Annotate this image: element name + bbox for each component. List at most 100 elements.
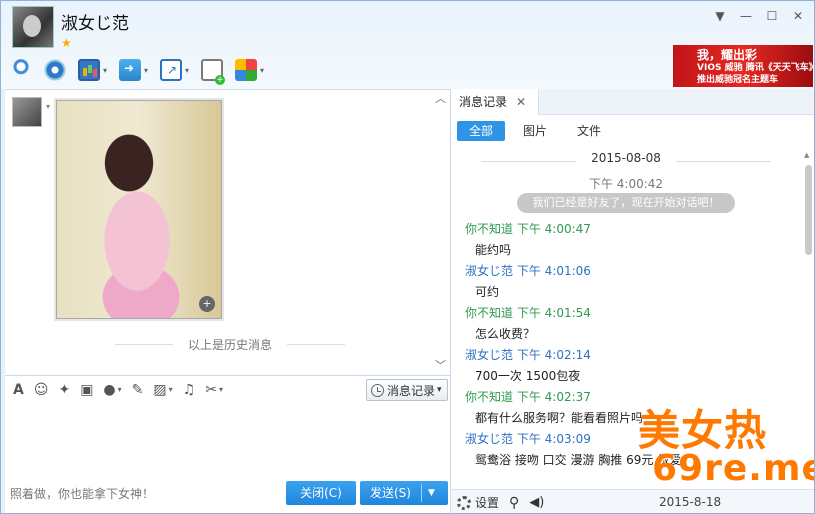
- message-input-area[interactable]: 照着做，你也能拿下女神！ 关闭(C) 发送(S) ▼: [5, 403, 450, 513]
- send-label: 发送(S): [370, 486, 411, 500]
- tab-label: 消息记录: [459, 95, 508, 109]
- contact-name[interactable]: 淑女じ范: [61, 9, 129, 34]
- folder-send-icon: [119, 59, 142, 81]
- date-separator: 2015-08-08: [451, 151, 801, 171]
- remote-desktop-button[interactable]: ▾: [160, 59, 189, 81]
- message-header: 淑女じ范 下午 4:01:06: [451, 261, 801, 282]
- scroll-thumb[interactable]: [805, 165, 812, 255]
- chevron-down-icon[interactable]: ▾: [260, 66, 264, 75]
- send-file-button[interactable]: ▾: [119, 59, 148, 81]
- screen-share-icon: [78, 59, 100, 81]
- speaker-icon[interactable]: ◀): [529, 495, 544, 510]
- video-call-button[interactable]: [44, 59, 66, 81]
- input-toolbar: A ☺ ✦ ▣ ● ▾ ✎ ▨ ▾ ♫ ✂ ▾ 消息记录 ▾: [5, 375, 450, 403]
- sender-name: 淑女じ范: [465, 432, 514, 446]
- apps-icon: [235, 59, 258, 81]
- add-chat-button[interactable]: [201, 59, 226, 85]
- message-time: 下午 4:02:37: [516, 390, 591, 404]
- shake-icon[interactable]: ✦: [58, 382, 70, 398]
- maximize-icon[interactable]: ☐: [766, 9, 778, 23]
- gear-icon: [457, 495, 471, 510]
- settings-label: 设置: [475, 496, 500, 510]
- message-header: 你不知道 下午 4:02:37: [451, 387, 801, 408]
- sender-name: 你不知道: [465, 222, 514, 236]
- close-icon[interactable]: ✕: [792, 9, 804, 23]
- filter-images[interactable]: 图片: [511, 121, 559, 141]
- ad-line: 我，耀出彩: [697, 48, 758, 62]
- chevron-down-icon[interactable]: ▾: [144, 66, 148, 75]
- voice-call-button[interactable]: [10, 59, 32, 81]
- apps-button[interactable]: ▾: [235, 59, 264, 81]
- settings-button[interactable]: 设置: [457, 494, 499, 511]
- received-photo[interactable]: +: [56, 100, 222, 319]
- chat-display[interactable]: ▾ + ︿ 以上是历史消息 ﹀: [5, 89, 450, 375]
- collapse-up-icon[interactable]: ︿: [435, 90, 446, 106]
- close-button[interactable]: 关闭(C): [286, 481, 356, 505]
- voice-message-icon[interactable]: ● ▾: [103, 382, 121, 398]
- font-icon[interactable]: A: [13, 382, 24, 398]
- star-icon: ★: [61, 36, 72, 50]
- message-time: 下午 4:01:54: [516, 306, 591, 320]
- chevron-down-icon[interactable]: ▾: [185, 66, 189, 75]
- contact-avatar[interactable]: [12, 6, 54, 48]
- message-header: 你不知道 下午 4:01:54: [451, 303, 801, 324]
- edit-icon[interactable]: ✎: [132, 382, 144, 398]
- filter-all[interactable]: 全部: [457, 121, 506, 141]
- send-button[interactable]: 发送(S) ▼: [360, 481, 448, 505]
- ad-line: 推出威驰冠名主题车: [697, 75, 779, 85]
- video-clip-icon[interactable]: ▣: [80, 382, 93, 398]
- history-separator: 以上是历史消息: [115, 336, 345, 353]
- sender-name: 淑女じ范: [465, 264, 514, 278]
- message-text: 能约吗: [475, 243, 512, 257]
- emoji-icon[interactable]: ☺: [34, 382, 49, 398]
- filter-files[interactable]: 文件: [565, 121, 613, 141]
- tab-strip: 消息记录 ✕: [451, 89, 814, 115]
- chevron-down-icon[interactable]: ▾: [169, 385, 173, 394]
- message-header: 淑女じ范 下午 4:02:14: [451, 345, 801, 366]
- sender-name: 你不知道: [465, 390, 514, 404]
- window-controls: ▼ — ☐ ✕: [714, 9, 804, 23]
- chevron-down-icon: ▾: [437, 385, 442, 395]
- camera-icon: [44, 59, 66, 81]
- message-history-label: 消息记录: [387, 383, 436, 398]
- sender-name: 淑女じ范: [465, 348, 514, 362]
- history-bottom-bar: 设置 ⚲ ◀) 2015-8-18: [451, 489, 814, 513]
- music-icon[interactable]: ♫: [183, 382, 196, 398]
- close-icon[interactable]: ✕: [516, 89, 526, 115]
- image-icon[interactable]: ▨ ▾: [153, 382, 172, 398]
- chevron-down-icon[interactable]: ▼: [428, 481, 435, 505]
- sender-name: 你不知道: [465, 306, 514, 320]
- chevron-down-icon[interactable]: ▾: [118, 385, 122, 394]
- minimize-icon[interactable]: —: [740, 9, 752, 23]
- send-divider: [421, 484, 422, 502]
- sender-avatar[interactable]: [12, 97, 42, 127]
- main-toolbar: ▾ ▾ ▾ ▾: [10, 56, 276, 85]
- tab-message-history[interactable]: 消息记录 ✕: [451, 89, 539, 115]
- scissors-icon[interactable]: ✂ ▾: [205, 382, 223, 398]
- message-text: 700一次 1500包夜: [475, 369, 581, 383]
- chevron-down-icon[interactable]: ▾: [46, 102, 50, 111]
- calendar-date[interactable]: 2015-8-18: [659, 495, 721, 509]
- message-history-button[interactable]: 消息记录 ▾: [366, 379, 448, 401]
- clock-icon: [371, 383, 384, 397]
- add-chat-icon: [201, 59, 226, 85]
- menu-dropdown-icon[interactable]: ▼: [714, 9, 726, 23]
- chevron-down-icon[interactable]: ▾: [219, 385, 223, 394]
- ad-banner[interactable]: 我，耀出彩 VIOS 威驰 腾讯《天天飞车》 推出威驰冠名主题车: [673, 45, 813, 87]
- message-text: 可约: [475, 285, 500, 299]
- message-text: 怎么收费？: [475, 327, 536, 341]
- system-message: 我们已经是好友了，现在开始对话吧！: [517, 193, 735, 213]
- watermark-url: 69re.me: [652, 448, 815, 489]
- remote-desktop-icon: [160, 59, 183, 81]
- chat-window: 淑女じ范 ★ ▼ — ☐ ✕ ▾ ▾ ▾ ▾ 我，耀出彩 VIOS 威驰 腾讯《…: [0, 0, 815, 514]
- scroll-up-icon[interactable]: ▲: [804, 151, 809, 159]
- ad-line: VIOS 威驰 腾讯《天天飞车》: [697, 63, 813, 73]
- message-input[interactable]: 照着做，你也能拿下女神！: [10, 485, 210, 502]
- message-header: 你不知道 下午 4:00:47: [451, 219, 801, 240]
- zoom-in-icon[interactable]: +: [199, 296, 215, 312]
- chevron-down-icon[interactable]: ▾: [103, 66, 107, 75]
- message-time: 下午 4:02:14: [516, 348, 591, 362]
- screen-share-button[interactable]: ▾: [78, 59, 107, 81]
- search-icon[interactable]: ⚲: [509, 495, 519, 511]
- collapse-down-icon[interactable]: ﹀: [435, 357, 446, 373]
